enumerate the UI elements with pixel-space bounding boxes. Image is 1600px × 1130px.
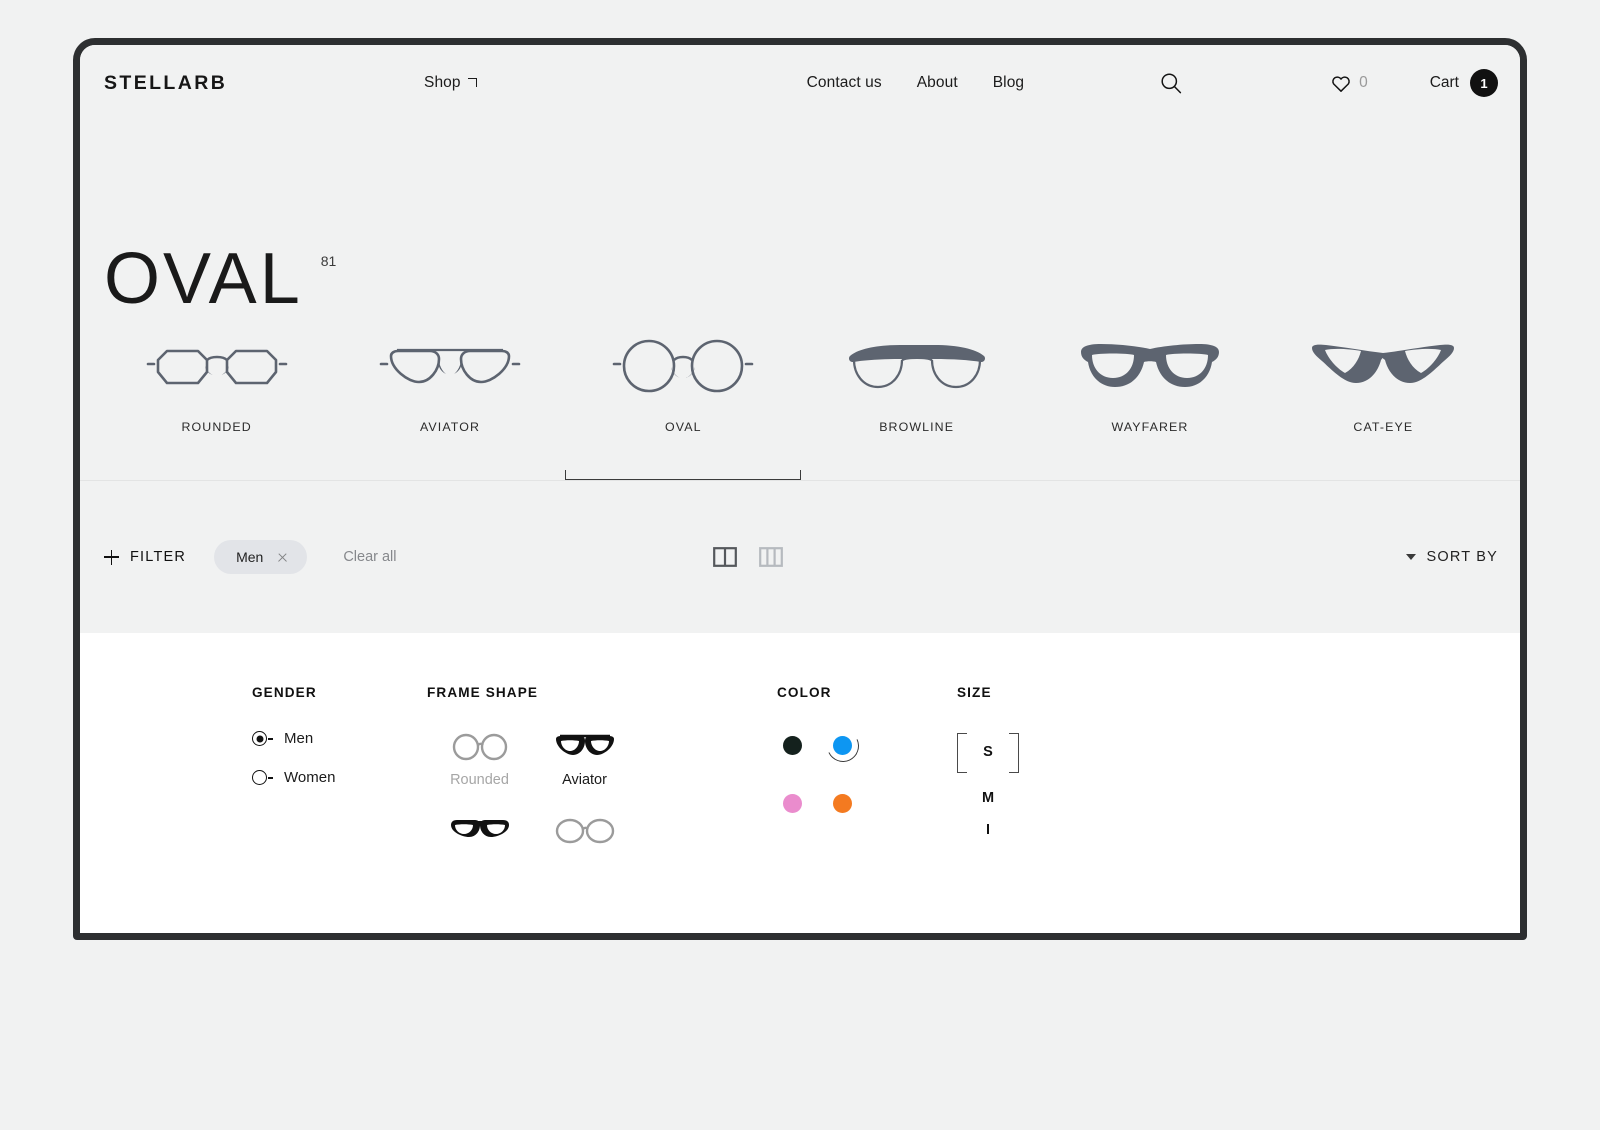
filter-group-title: COLOR [777,685,832,700]
page-viewport: STELLARB Shop Contact us About Blog 0 Ca… [80,45,1520,933]
page-title-count: 81 [320,253,337,269]
grid-2-col-icon[interactable] [712,545,737,569]
frame-shape-tabs: ROUNDED AVIATOR OVAL BROWLINE WAYFARER C… [80,321,1520,481]
oval-glasses-icon [554,814,616,848]
active-filter-chips: Men Clear all [214,540,397,574]
shape-tab-label: BROWLINE [879,420,955,434]
color-swatch-blue[interactable] [827,730,857,760]
active-tab-underline [565,470,802,480]
header-actions: 0 Cart 1 [1151,63,1498,103]
nav-shop-label: Shop [424,74,461,91]
shape-tab-wayfarer[interactable]: WAYFARER [1033,320,1266,480]
filter-group-frame-shape: FRAME SHAPE Rounded Aviator [427,685,777,933]
shape-tab-oval[interactable]: OVAL [565,320,802,480]
chevron-corner-icon [467,78,477,87]
close-icon[interactable] [277,552,288,563]
plus-icon [104,549,119,565]
color-swatch-black[interactable] [777,730,807,760]
nav-blog[interactable]: Blog [993,74,1024,92]
brand-logo[interactable]: STELLARB [104,72,424,95]
color-dot [832,793,852,813]
color-swatch-pink[interactable] [777,788,807,818]
size-option-s[interactable]: S [957,730,1019,774]
shape-tab-cat-eye[interactable]: CAT-EYE [1267,320,1500,480]
filter-chip-label: Men [236,549,264,565]
size-list-tick [987,824,989,834]
chevron-down-icon [1406,554,1417,560]
size-option-m[interactable]: M [957,776,1019,820]
filter-group-gender: GENDER Men Women [252,685,427,933]
wishlist-count: 0 [1359,74,1368,91]
browline-glasses-icon [449,814,511,848]
filter-toggle-button[interactable]: FILTER [104,549,186,565]
aviator-glasses-icon [554,730,616,764]
nav-contact-us[interactable]: Contact us [807,74,882,92]
filter-chip-men[interactable]: Men [214,540,308,574]
filter-group-size: SIZE S M [957,685,1117,933]
filter-panel: GENDER Men Women FRAME SHAPE Rounded Avi… [80,633,1520,933]
aviator-glasses-icon [375,332,525,404]
filter-toggle-label: FILTER [130,549,187,565]
radio-option-women[interactable]: Women [252,769,427,786]
site-header: STELLARB Shop Contact us About Blog 0 Ca… [80,45,1520,121]
frame-shape-option-grid: Rounded Aviator [427,730,777,856]
size-option-list: S M [957,730,1117,834]
wishlist-button[interactable]: 0 [1331,74,1368,93]
browser-device-frame: STELLARB Shop Contact us About Blog 0 Ca… [73,38,1527,940]
radio-label: Women [284,769,336,786]
sort-by-button[interactable]: SORT BY [1406,549,1498,565]
shape-tab-label: OVAL [665,420,702,434]
filter-group-color: COLOR [777,685,957,933]
radio-label: Men [284,730,314,747]
filter-group-title: SIZE [957,685,992,700]
frame-shape-option-aviator[interactable]: Aviator [532,730,637,788]
shape-tab-rounded[interactable]: ROUNDED [100,320,333,480]
shape-tab-label: WAYFARER [1111,420,1189,434]
color-swatch-orange[interactable] [827,788,857,818]
color-dot [782,793,802,813]
clear-all-button[interactable]: Clear all [343,549,396,565]
heart-icon [1332,75,1350,92]
filter-group-title: GENDER [252,685,317,700]
shape-tab-aviator[interactable]: AVIATOR [333,320,566,480]
page-title-block: OVAL 81 [80,121,1520,321]
radio-option-men[interactable]: Men [252,730,427,747]
frame-shape-option-rounded[interactable]: Rounded [427,730,532,788]
radio-icon [252,731,273,746]
cart-count-badge: 1 [1470,69,1498,97]
color-swatch-grid [777,730,957,818]
primary-nav: Shop [424,74,477,92]
frame-shape-option-label: Aviator [562,772,607,788]
secondary-nav: Contact us About Blog [807,74,1025,92]
frame-shape-option-label: Rounded [450,772,509,788]
browline-glasses-icon [842,332,992,404]
search-icon[interactable] [1151,63,1191,103]
filter-group-title: FRAME SHAPE [427,685,539,700]
page-title: OVAL [104,239,303,319]
frame-shape-option-oval[interactable] [532,814,637,856]
sort-by-label: SORT BY [1426,549,1498,565]
nav-about[interactable]: About [917,74,958,92]
radio-icon [252,770,273,785]
cat-eye-glasses-icon [1308,332,1458,404]
filter-toolbar: FILTER Men Clear all SORT BY [80,481,1520,633]
size-label: M [981,790,995,806]
grid-3-col-icon[interactable] [758,545,783,569]
nav-shop[interactable]: Shop [424,74,477,92]
color-dot [782,735,802,755]
shape-tab-label: AVIATOR [419,420,480,434]
rounded-glasses-icon [142,332,292,404]
shape-tab-label: ROUNDED [181,420,252,434]
wayfarer-glasses-icon [1075,332,1225,404]
shape-tab-label: CAT-EYE [1353,420,1414,434]
view-mode-toggles [712,545,783,569]
cart-label: Cart [1429,74,1459,91]
cart-button[interactable]: Cart 1 [1430,69,1498,97]
frame-shape-option-browline[interactable] [427,814,532,856]
color-dot [832,735,852,755]
shape-tab-browline[interactable]: BROWLINE [800,320,1033,480]
size-label: S [983,744,993,760]
oval-glasses-icon [608,332,758,404]
rounded-glasses-icon [449,730,511,764]
